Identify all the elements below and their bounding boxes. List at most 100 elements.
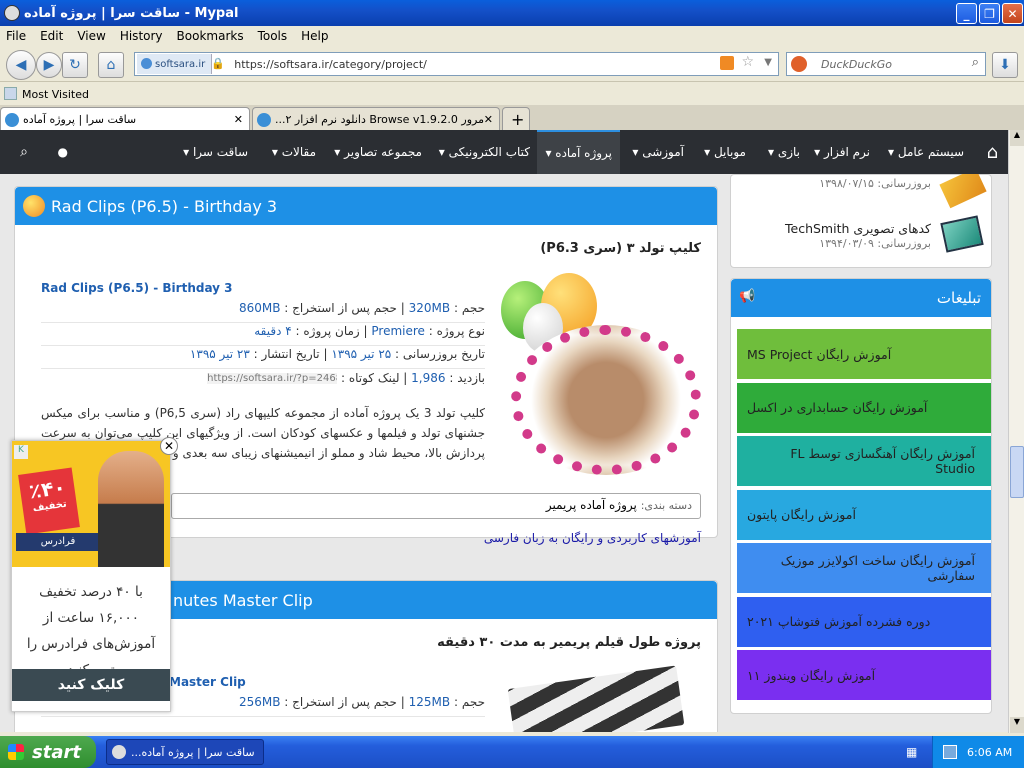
nav-item-mobile[interactable]: موبایل ▾: [704, 130, 746, 174]
navigation-toolbar: ◀ ▶ ↻ ⌂ softsara.ir 🔒 https://softsara.i…: [0, 46, 1024, 82]
promo-link[interactable]: آموزشهای کاربردی و رایگان به زبان فارسی: [484, 531, 701, 545]
tab-strip: ساقت سرا | پروژه آماده ✕ ...دانلود نرم ا…: [0, 105, 1024, 131]
search-input[interactable]: DuckDuckGo ⌕: [786, 52, 986, 76]
menu-help[interactable]: Help: [301, 29, 328, 43]
start-button[interactable]: start: [0, 736, 96, 768]
site-home-icon[interactable]: ⌂: [987, 130, 998, 174]
tab-active[interactable]: ساقت سرا | پروژه آماده ✕: [0, 107, 250, 131]
nav-item-projects[interactable]: پروژه آماده ▾: [537, 130, 620, 174]
search-icon[interactable]: ⌕: [972, 55, 979, 70]
reload-icon[interactable]: ↻: [62, 52, 88, 78]
tab-inactive[interactable]: ...دانلود نرم افزار ۲ Browse v1.9.2.0 مر…: [252, 107, 500, 131]
post-title: پروژه طول قیلم پریمیر به مدت ۳۰ دقیقه: [437, 635, 701, 650]
nav-item-software[interactable]: نرم افزار ▾: [814, 130, 870, 174]
duration-value[interactable]: ۴ دقیقه: [254, 324, 291, 338]
nav-label: سیستم عامل: [897, 145, 964, 159]
menu-history[interactable]: History: [120, 29, 163, 43]
popup-cta-button[interactable]: کلیک کنید: [12, 669, 170, 701]
clock[interactable]: 6:06 AM: [967, 746, 1012, 759]
nav-item-education[interactable]: آموزشی ▾: [632, 130, 684, 174]
nav-item-softsara[interactable]: ساقت سرا ▾: [183, 130, 248, 174]
forward-arrow-icon[interactable]: ▶: [36, 52, 62, 78]
ad-item[interactable]: آموزش رایگان حسابداری در اکسل: [737, 382, 991, 433]
scroll-thumb[interactable]: [1010, 446, 1024, 498]
system-tray: 6:06 AM: [932, 736, 1024, 768]
extracted-value: 256MB: [238, 695, 281, 709]
type-value[interactable]: Premiere: [371, 324, 425, 338]
nav-label: مقالات: [281, 145, 316, 159]
network-icon[interactable]: [943, 745, 957, 759]
close-window-button[interactable]: ✕: [1002, 3, 1023, 24]
ad-item[interactable]: آموزش رایگان ساخت اکولایزر موزیک سفارشی: [737, 543, 991, 593]
home-icon[interactable]: ⌂: [98, 52, 124, 78]
tab-label: ...دانلود نرم افزار ۲ Browse v1.9.2.0 مر…: [275, 113, 484, 126]
nav-item-images[interactable]: مجموعه تصاویر ▾: [334, 130, 422, 174]
window-title-bar[interactable]: ساقت سرا | پروژه آماده - Mypal _ ❐ ✕: [0, 0, 1024, 26]
meta-size: حجم : 320MB | حجم پس از استخراج : 860MB: [41, 301, 485, 323]
size-label: حجم :: [453, 695, 485, 709]
new-tab-button[interactable]: +: [502, 107, 530, 131]
post-link[interactable]: Rad Clips (P6.5) - Birthday 3: [41, 281, 233, 295]
meta-views: بازدید : 1,986 | لینک کوتاه : https://so…: [41, 371, 485, 393]
url-text[interactable]: https://softsara.ir/category/project/: [234, 58, 427, 71]
rss-icon[interactable]: [720, 56, 734, 70]
url-dropdown-icon[interactable]: ▼: [764, 57, 772, 68]
keyboard-icon[interactable]: ▦: [906, 745, 917, 759]
site-search-icon[interactable]: ⌕: [20, 130, 28, 174]
sidebar-item-title[interactable]: کدهای تصویری TechSmith: [785, 221, 931, 236]
short-link-field[interactable]: https://softsara.ir/?p=2468: [207, 373, 338, 384]
post-header[interactable]: Rad Clips (P6.5) - Birthday 3: [15, 187, 717, 225]
menu-bookmarks[interactable]: Bookmarks: [177, 29, 244, 43]
nav-label: نرم افزار: [823, 145, 870, 159]
post-image[interactable]: [501, 273, 701, 475]
popup-banner[interactable]: K ٪۴۰ تخفیف فرادرس: [12, 441, 170, 567]
maximize-button[interactable]: ❐: [979, 3, 1000, 24]
popup-person-image: [98, 451, 164, 567]
date-label: بروزرسانی:: [877, 237, 931, 250]
url-bar[interactable]: softsara.ir 🔒 https://softsara.ir/catego…: [134, 52, 779, 76]
tab-close-icon[interactable]: ✕: [484, 113, 493, 126]
user-icon[interactable]: ●: [58, 130, 68, 174]
scroll-down-icon[interactable]: ▼: [1010, 717, 1024, 733]
clapperboard-image[interactable]: [507, 665, 685, 732]
download-icon[interactable]: ⬇: [992, 52, 1018, 78]
nav-item-games[interactable]: بازی ▾: [768, 130, 800, 174]
ad-item[interactable]: آموزش رایگان پایتون: [737, 489, 991, 540]
bookmark-star-icon[interactable]: ☆: [741, 54, 754, 70]
taskbar-window-button[interactable]: ...ساقت سرا | پروژه آماده: [106, 739, 264, 765]
menu-view[interactable]: View: [77, 29, 105, 43]
back-arrow-icon[interactable]: ◀: [6, 50, 36, 80]
ad-item-label: آموزش رایگان پایتون: [747, 507, 856, 522]
ad-popup[interactable]: K ٪۴۰ تخفیف فرادرس ✕ با ۴۰ درصد تخفیف ۱۶…: [11, 437, 178, 712]
meta-dates: تاریخ بروزرسانی : ۲۵ تیر ۱۳۹۵ | تاریخ ان…: [41, 347, 485, 369]
ad-item-label: آموزش رایگان ساخت اکولایزر موزیک سفارشی: [780, 553, 975, 583]
scroll-up-icon[interactable]: ▲: [1010, 130, 1024, 146]
ad-item[interactable]: آموزش رایگان ویندوز ۱۱: [737, 650, 991, 700]
search-engine-icon[interactable]: [791, 56, 807, 72]
ad-item[interactable]: آموزش رایگان آهنگسازی توسط FL Studio: [737, 436, 991, 486]
nav-item-os[interactable]: سیستم عامل ▾: [888, 130, 964, 174]
ad-item[interactable]: آموزش رایگان MS Project: [737, 329, 991, 379]
category-label: دسته بندی:: [640, 499, 692, 512]
menu-file[interactable]: File: [6, 29, 26, 43]
vertical-scrollbar[interactable]: ▲ ▼: [1008, 130, 1024, 733]
menu-edit[interactable]: Edit: [40, 29, 63, 43]
minimize-button[interactable]: _: [956, 3, 977, 24]
ads-header: تبلیغات: [731, 279, 991, 317]
search-placeholder: DuckDuckGo: [821, 57, 892, 71]
post-link[interactable]: Master Clip: [169, 675, 246, 689]
most-visited-link[interactable]: Most Visited: [22, 88, 89, 101]
adchoices-icon[interactable]: K: [14, 445, 28, 459]
nav-item-articles[interactable]: مقالات ▾: [272, 130, 316, 174]
most-visited-icon: [4, 87, 17, 100]
category-value[interactable]: پروژه آماده پریمیر: [546, 498, 637, 512]
nav-label: آموزشی: [642, 145, 684, 159]
popup-close-icon[interactable]: ✕: [160, 437, 178, 455]
nav-item-ebooks[interactable]: کتاب الکترونیکی ▾: [439, 130, 530, 174]
extracted-label: | حجم پس از استخراج :: [284, 301, 405, 315]
ad-item[interactable]: دوره فشرده آموزش فتوشاپ ۲۰۲۱: [737, 596, 991, 647]
date-value: ۱۳۹۴/۰۳/۰۹: [819, 237, 874, 250]
tab-close-icon[interactable]: ✕: [234, 113, 243, 126]
menu-tools[interactable]: Tools: [258, 29, 288, 43]
site-identity-badge[interactable]: softsara.ir: [137, 54, 213, 74]
